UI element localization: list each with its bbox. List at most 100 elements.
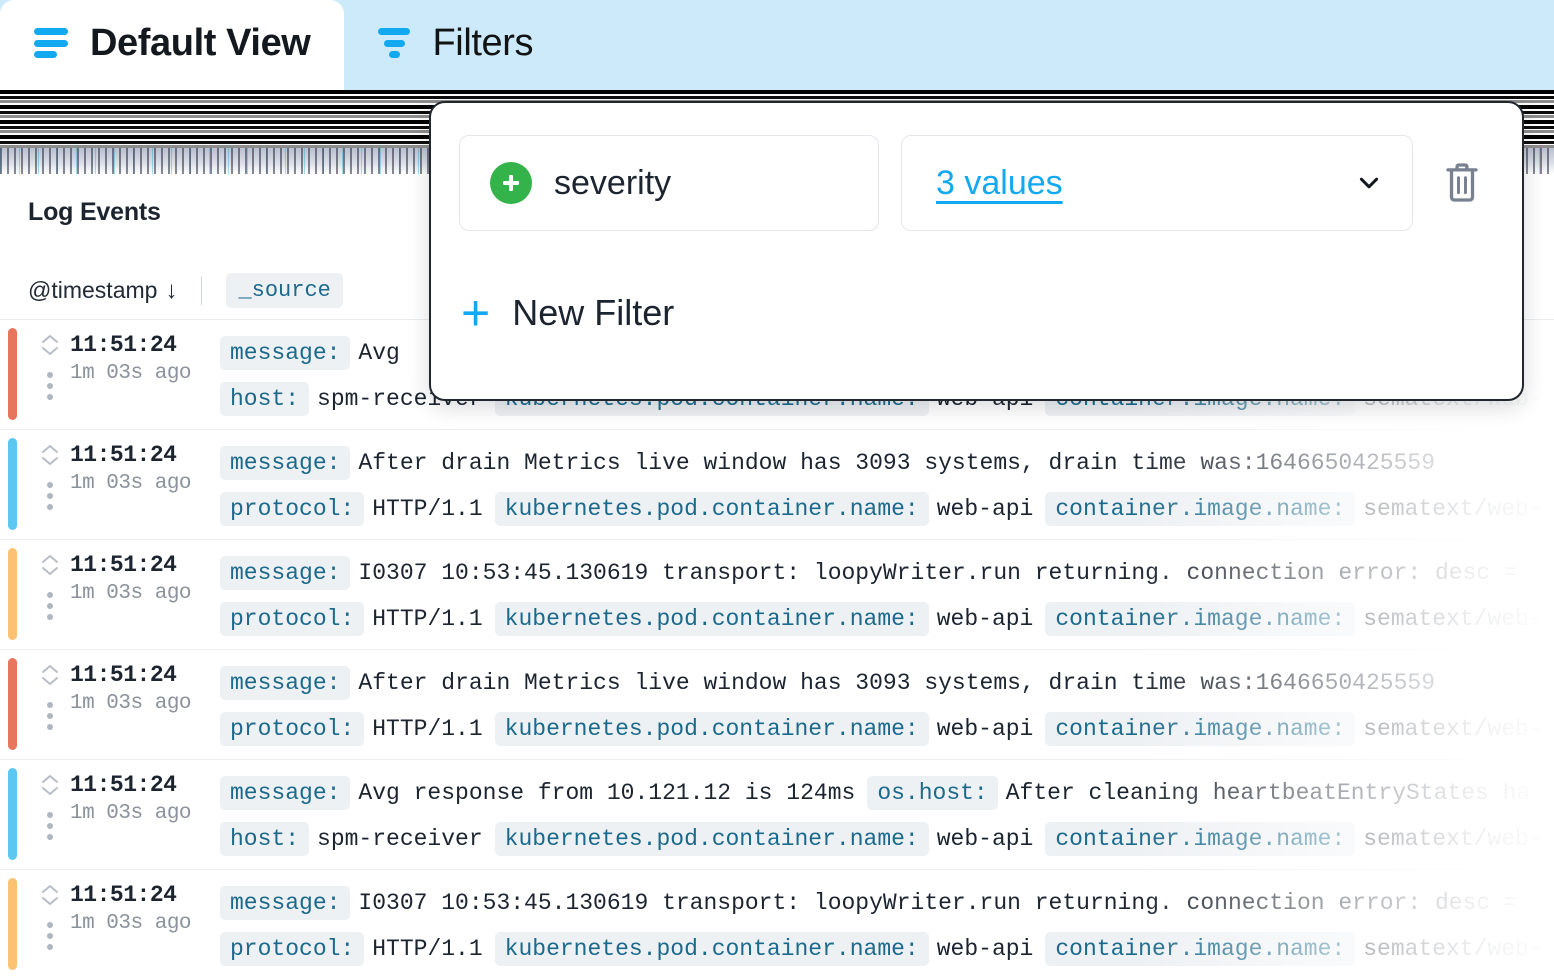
row-content: message: I0307 10:53:45.130619 transport:… <box>220 870 1554 978</box>
row-menu-icon[interactable] <box>47 812 53 840</box>
row-menu-icon[interactable] <box>47 922 53 950</box>
row-time-relative: 1m 03s ago <box>70 472 192 495</box>
log-field-value: After drain Metrics live window has 3093… <box>358 450 1435 476</box>
log-field-key: protocol: <box>220 712 365 746</box>
table-row[interactable]: 11:51:24 1m 03s ago message: I0307 10:53:45… <box>0 540 1554 650</box>
log-field-key: os.host: <box>867 776 998 810</box>
log-field-key: host: <box>220 822 310 856</box>
log-field-value: sematext/web- <box>1363 826 1543 852</box>
row-time-absolute: 11:51:24 <box>70 772 177 798</box>
row-time-absolute: 11:51:24 <box>70 662 177 688</box>
log-field-key: kubernetes.pod.container.name: <box>494 932 929 966</box>
row-menu-icon[interactable] <box>47 482 53 510</box>
tab-filters-label: Filters <box>432 21 534 64</box>
expand-collapse-icon[interactable] <box>39 332 61 358</box>
expand-collapse-icon[interactable] <box>39 552 61 578</box>
table-row[interactable]: 11:51:24 1m 03s ago message: After drain Me… <box>0 650 1554 760</box>
row-content: message: After drain Metrics live window … <box>220 650 1554 760</box>
expand-collapse-icon[interactable] <box>39 882 61 908</box>
new-filter-button[interactable]: + New Filter <box>461 288 674 338</box>
column-timestamp[interactable]: @timestamp ↓ <box>28 277 177 305</box>
row-line-2: host: spm-receiver kubernetes.pod.containe… <box>220 816 1554 862</box>
expand-collapse-icon[interactable] <box>39 442 61 468</box>
row-controls <box>30 320 70 400</box>
row-time-absolute: 11:51:24 <box>70 442 177 468</box>
filter-field-selector[interactable]: severity <box>459 135 879 231</box>
expand-collapse-icon[interactable] <box>39 662 61 688</box>
log-field-key: host: <box>220 382 310 416</box>
log-field-value: HTTP/1.1 <box>372 716 483 742</box>
chevron-down-icon[interactable] <box>1356 170 1382 196</box>
row-time-absolute: 11:51:24 <box>70 332 177 358</box>
row-line-2: protocol: HTTP/1.1 kubernetes.pod.containe… <box>220 706 1554 752</box>
table-row[interactable]: 11:51:24 1m 03s ago message: After drain Me… <box>0 430 1554 540</box>
table-row[interactable]: 11:51:24 1m 03s ago message: Avg response f… <box>0 760 1554 870</box>
row-menu-icon[interactable] <box>47 592 53 620</box>
delete-filter-button[interactable] <box>1435 154 1489 212</box>
log-field-key: kubernetes.pod.container.name: <box>494 602 929 636</box>
app-root: Default View Filters Log Events @timesta… <box>0 0 1554 978</box>
row-line-1: message: After drain Metrics live window … <box>220 660 1554 706</box>
log-field-key: message: <box>220 886 351 920</box>
row-timestamp: 11:51:24 1m 03s ago <box>70 650 220 715</box>
log-field-key: message: <box>220 776 351 810</box>
tab-default-view[interactable]: Default View <box>0 0 345 90</box>
table-row[interactable]: 11:51:24 1m 03s ago message: I0307 10:53:45… <box>0 870 1554 978</box>
tab-filters[interactable]: Filters <box>344 0 568 90</box>
log-field-value: sematext/web- <box>1363 936 1543 962</box>
view-tab-bar: Default View Filters <box>0 0 1554 90</box>
row-time-relative: 1m 03s ago <box>70 362 192 385</box>
row-content: message: After drain Metrics live window … <box>220 430 1554 540</box>
new-filter-label: New Filter <box>512 292 675 333</box>
row-timestamp: 11:51:24 1m 03s ago <box>70 430 220 495</box>
log-field-key: message: <box>220 556 351 590</box>
row-menu-icon[interactable] <box>47 372 53 400</box>
row-timestamp: 11:51:24 1m 03s ago <box>70 540 220 605</box>
column-source[interactable]: _source <box>226 273 343 308</box>
log-field-key: kubernetes.pod.container.name: <box>494 492 929 526</box>
row-controls <box>30 650 70 730</box>
log-field-value: sematext/web- <box>1363 496 1543 522</box>
filters-popover: severity 3 values + New Filter <box>429 101 1524 401</box>
column-timestamp-label: @timestamp <box>28 277 158 303</box>
log-field-value: I0307 10:53:45.130619 transport: loopyWr… <box>358 560 1518 586</box>
row-timestamp: 11:51:24 1m 03s ago <box>70 760 220 825</box>
row-menu-icon[interactable] <box>47 702 53 730</box>
severity-indicator <box>8 658 17 750</box>
log-field-value: Avg <box>358 340 400 366</box>
row-time-relative: 1m 03s ago <box>70 692 192 715</box>
log-field-value: web-api <box>936 496 1034 522</box>
row-controls <box>30 430 70 510</box>
sort-descending-icon: ↓ <box>165 276 178 304</box>
log-field-value: spm-receiver <box>317 826 483 852</box>
log-field-key: message: <box>220 446 351 480</box>
plus-icon: + <box>461 285 491 341</box>
log-field-value: I0307 10:53:45.130619 transport: loopyWr… <box>358 890 1518 916</box>
filter-values-selector[interactable]: 3 values <box>901 135 1413 231</box>
row-line-1: message: I0307 10:53:45.130619 transport:… <box>220 880 1554 926</box>
log-field-key: kubernetes.pod.container.name: <box>494 822 929 856</box>
row-line-2: protocol: HTTP/1.1 kubernetes.pod.containe… <box>220 926 1554 972</box>
log-field-key: container.image.name: <box>1045 492 1356 526</box>
log-rows: 11:51:24 1m 03s ago message: Avg host: spm-re… <box>0 320 1554 978</box>
filter-field-name: severity <box>554 163 672 202</box>
row-timestamp: 11:51:24 1m 03s ago <box>70 320 220 385</box>
row-controls <box>30 870 70 950</box>
severity-indicator <box>8 328 17 420</box>
funnel-icon <box>378 28 411 58</box>
log-field-key: container.image.name: <box>1045 712 1356 746</box>
expand-collapse-icon[interactable] <box>39 772 61 798</box>
log-field-value: web-api <box>936 606 1034 632</box>
filter-row: severity 3 values <box>459 135 1489 231</box>
severity-indicator <box>8 548 17 640</box>
log-field-value: HTTP/1.1 <box>372 936 483 962</box>
filter-values-label[interactable]: 3 values <box>936 164 1063 203</box>
log-field-value: web-api <box>936 936 1034 962</box>
log-field-value: web-api <box>936 716 1034 742</box>
trash-icon <box>1446 163 1478 202</box>
row-timestamp: 11:51:24 1m 03s ago <box>70 870 220 935</box>
log-field-value: sematext/web- <box>1363 606 1543 632</box>
log-field-key: protocol: <box>220 492 365 526</box>
row-line-2: protocol: HTTP/1.1 kubernetes.pod.containe… <box>220 486 1554 532</box>
severity-indicator <box>8 768 17 860</box>
